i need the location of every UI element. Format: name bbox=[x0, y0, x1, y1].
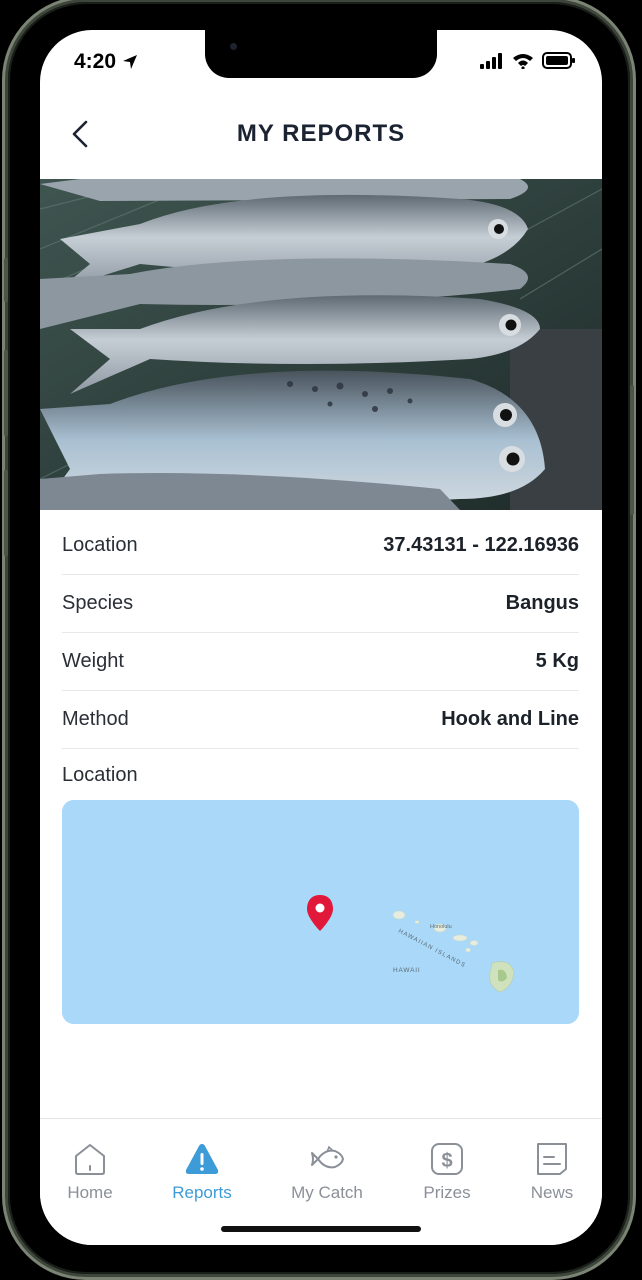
volume-up-button bbox=[4, 350, 8, 436]
alert-icon bbox=[185, 1144, 219, 1174]
status-time: 4:20 bbox=[74, 50, 138, 74]
map-label-honolulu: Honolulu bbox=[430, 924, 452, 930]
dollar-icon: $ bbox=[431, 1143, 463, 1175]
detail-row-location: Location 37.43131 - 122.16936 bbox=[62, 517, 579, 575]
location-arrow-icon bbox=[123, 55, 138, 69]
tab-label: Reports bbox=[172, 1183, 232, 1202]
catch-photo bbox=[40, 179, 602, 510]
svg-text:$: $ bbox=[441, 1150, 452, 1172]
front-camera bbox=[230, 43, 237, 50]
detail-value: Bangus bbox=[505, 592, 579, 614]
tab-reports[interactable]: Reports bbox=[152, 1141, 252, 1203]
header: MY REPORTS bbox=[40, 106, 602, 166]
home-indicator[interactable] bbox=[221, 1226, 421, 1232]
detail-label: Location bbox=[62, 534, 138, 556]
tab-news[interactable]: News bbox=[502, 1141, 602, 1203]
tab-home[interactable]: Home bbox=[40, 1141, 140, 1203]
map-section-label: Location bbox=[62, 764, 138, 786]
tab-label: News bbox=[530, 1183, 574, 1202]
screen: 4:20 MY REPORTS Location 37.43131 - 122.… bbox=[40, 30, 602, 1245]
map-label-hawaii: HAWAII bbox=[393, 967, 420, 974]
status-icons bbox=[480, 52, 576, 69]
power-button bbox=[630, 385, 634, 515]
detail-row-weight: Weight 5 Kg bbox=[62, 633, 579, 691]
news-icon bbox=[537, 1143, 567, 1175]
battery-icon bbox=[542, 52, 575, 69]
detail-value: 37.43131 - 122.16936 bbox=[383, 534, 579, 556]
detail-row-method: Method Hook and Line bbox=[62, 691, 579, 749]
notch bbox=[205, 30, 437, 78]
wifi-icon bbox=[513, 53, 533, 69]
fish-icon bbox=[311, 1145, 344, 1169]
volume-down-button bbox=[4, 470, 8, 556]
detail-label: Weight bbox=[62, 650, 124, 672]
tab-my-catch[interactable]: My Catch bbox=[277, 1141, 377, 1203]
silent-switch bbox=[4, 258, 8, 302]
location-map[interactable]: Honolulu HAWAIIAN ISLANDS HAWAII bbox=[62, 800, 579, 1024]
detail-value: Hook and Line bbox=[441, 708, 579, 730]
detail-value: 5 Kg bbox=[535, 650, 579, 672]
tab-label: Prizes bbox=[423, 1183, 471, 1202]
detail-label: Method bbox=[62, 708, 129, 730]
page-title: MY REPORTS bbox=[236, 120, 406, 147]
status-time-text: 4:20 bbox=[74, 50, 117, 73]
detail-row-species: Species Bangus bbox=[62, 575, 579, 633]
tab-label: My Catch bbox=[291, 1183, 363, 1202]
signal-icon bbox=[480, 52, 502, 69]
tab-label: Home bbox=[67, 1183, 113, 1202]
tab-prizes[interactable]: $ Prizes bbox=[397, 1141, 497, 1203]
home-icon bbox=[75, 1144, 105, 1175]
detail-label: Species bbox=[62, 592, 134, 614]
